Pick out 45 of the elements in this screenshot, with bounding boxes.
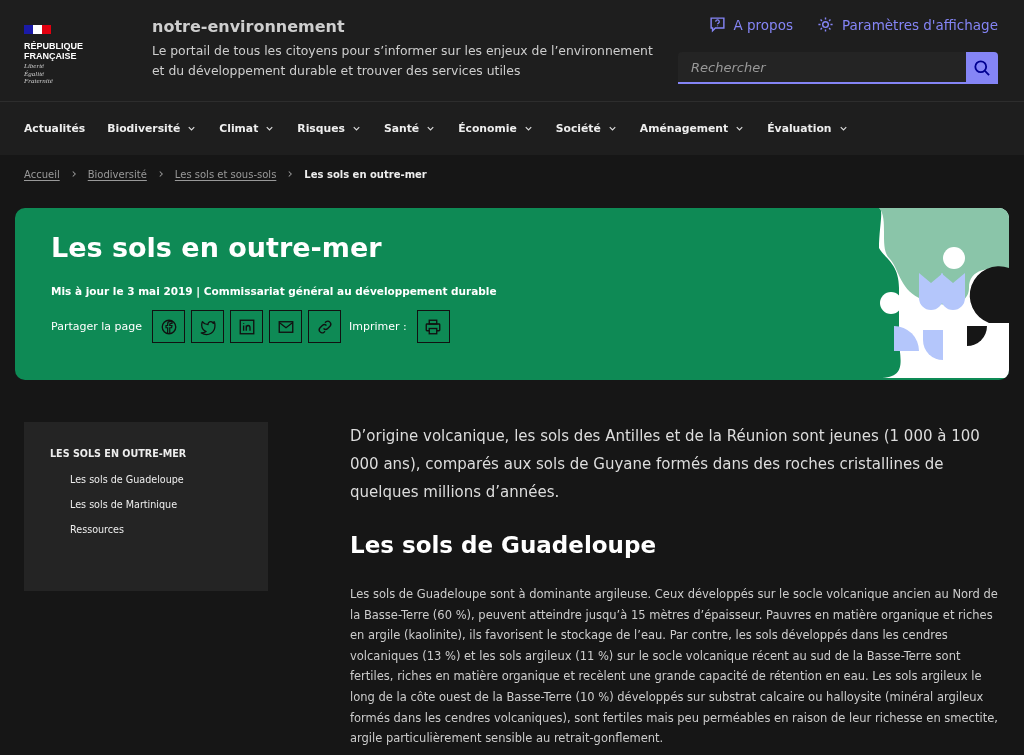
link-icon: [315, 317, 334, 336]
nav-item[interactable]: Biodiversité: [107, 122, 198, 135]
share-button[interactable]: [230, 310, 263, 343]
sidebar-link[interactable]: Les sols de Martinique: [70, 494, 178, 519]
help-icon: [708, 16, 726, 33]
share-button[interactable]: [191, 310, 224, 343]
body-text: Les sols de Guadeloupe sont à dominante argileuse. Ceux développés sur le socle volcanique ancien au Nord de la Basse-Terre (60 %), peuvent atteindre jusqu’à 15 mètres d’épaisseur. Pauvres en matière organique et riches en argile (kaolinite), ils favorisent le stockage de l’eau. Par contre, les sols développés dans les cendres volcaniques (13 %) et les sols argileux (11 %) sur le socle volcanique récent au sud de la Basse-Terre sont fertiles, riches en matière organique et recèlent une grande capacité de rétention en eau. Les sols argileux le long de la côte ouest de la Basse-Terre (10 %) développés sur substrat calcaire ou halloysite (minéral argileux formés dans les cendres volcaniques), sont fertiles mais peu perméables en raison de leur richesse en smectite, argile particulièrement sensible au retrait-gonflement.: [350, 586, 999, 748]
sidebar-link[interactable]: Les sols de Guadeloupe: [70, 469, 184, 494]
nav-item[interactable]: Climat: [219, 122, 276, 135]
share-label: Partager la page: [51, 320, 142, 333]
breadcrumb-current: Les sols en outre-mer: [304, 168, 427, 180]
sidebar-link[interactable]: Ressources: [70, 519, 124, 544]
share-button[interactable]: [308, 310, 341, 343]
share-button[interactable]: [269, 310, 302, 343]
breadcrumb-link[interactable]: Les sols et sous-sols: [174, 168, 277, 180]
intro-text: D’origine volcanique, les sols des Antilles et de la Réunion sont jeunes (1 000 à 100 000 ans), comparés aux sols de Guyane formés dans des roches cristallines de quelques millions d’années.: [350, 426, 981, 503]
nav-item[interactable]: Évaluation: [767, 122, 849, 135]
header-link[interactable]: A propos: [708, 15, 793, 34]
facebook-icon: [159, 317, 178, 336]
search-field[interactable]: Rechercher: [678, 52, 966, 84]
search-icon: [972, 58, 992, 78]
flag-icon: [24, 25, 51, 34]
update-info: Mis à jour le 3 mai 2019 | Commissariat général au développement durable: [51, 285, 497, 297]
print-label: Imprimer :: [349, 320, 407, 333]
site-title[interactable]: notre-environnement: [152, 17, 667, 36]
nav-item[interactable]: Risques: [297, 122, 362, 135]
nav-item[interactable]: Société: [555, 122, 618, 135]
logo-text: RÉPUBLIQUE FRANÇAISE: [24, 41, 84, 61]
section-heading: Les sols de Guadeloupe: [350, 531, 658, 560]
tagline: Le portail de tous les citoyens pour s’informer sur les enjeux de l’environnement et du développement durable et trouver des services utiles: [152, 42, 654, 80]
print-button[interactable]: [416, 310, 450, 343]
sun-icon: [817, 16, 834, 33]
breadcrumb-link[interactable]: Biodiversité: [87, 168, 147, 180]
page-title: Les sols en outre-mer: [51, 231, 383, 265]
nav-item[interactable]: Aménagement: [639, 122, 746, 135]
nav-item[interactable]: Actualités: [24, 122, 86, 135]
nav-item[interactable]: Économie: [458, 122, 534, 135]
printer-icon: [424, 317, 443, 336]
share-button[interactable]: [152, 310, 185, 343]
nav-item[interactable]: Santé: [383, 122, 437, 135]
linkedin-icon: [237, 317, 256, 336]
header-link[interactable]: Paramètres d'affichage: [817, 15, 998, 34]
search-button[interactable]: [966, 52, 998, 84]
breadcrumb-link[interactable]: Accueil: [24, 168, 60, 180]
sidebar-title: LES SOLS EN OUTRE-MER: [50, 448, 187, 459]
